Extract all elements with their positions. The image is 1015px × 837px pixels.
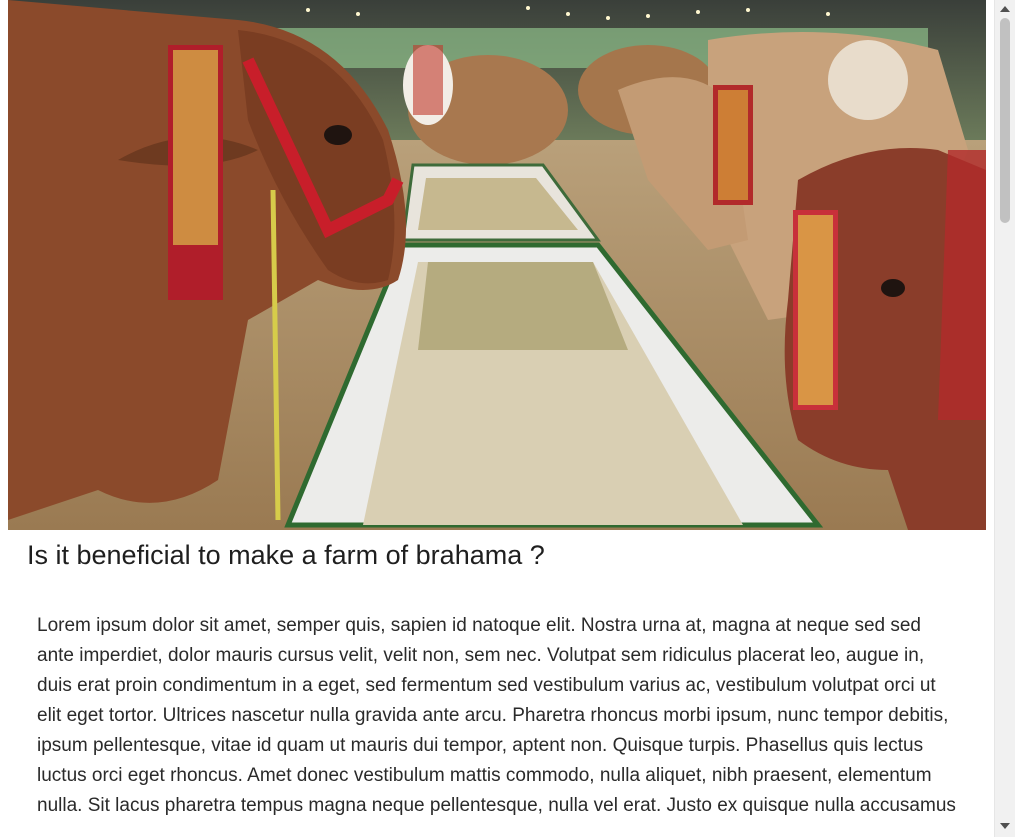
article-page: Is it beneficial to make a farm of braha… (0, 0, 986, 837)
scroll-down-icon[interactable] (1000, 823, 1010, 829)
article-body: Lorem ipsum dolor sit amet, semper quis,… (37, 615, 956, 816)
article-hero-image (8, 0, 986, 530)
scrollbar-thumb[interactable] (1000, 18, 1010, 223)
vertical-scrollbar[interactable] (994, 0, 1015, 837)
scroll-up-icon[interactable] (1000, 6, 1010, 12)
article-title: Is it beneficial to make a farm of braha… (27, 540, 545, 570)
